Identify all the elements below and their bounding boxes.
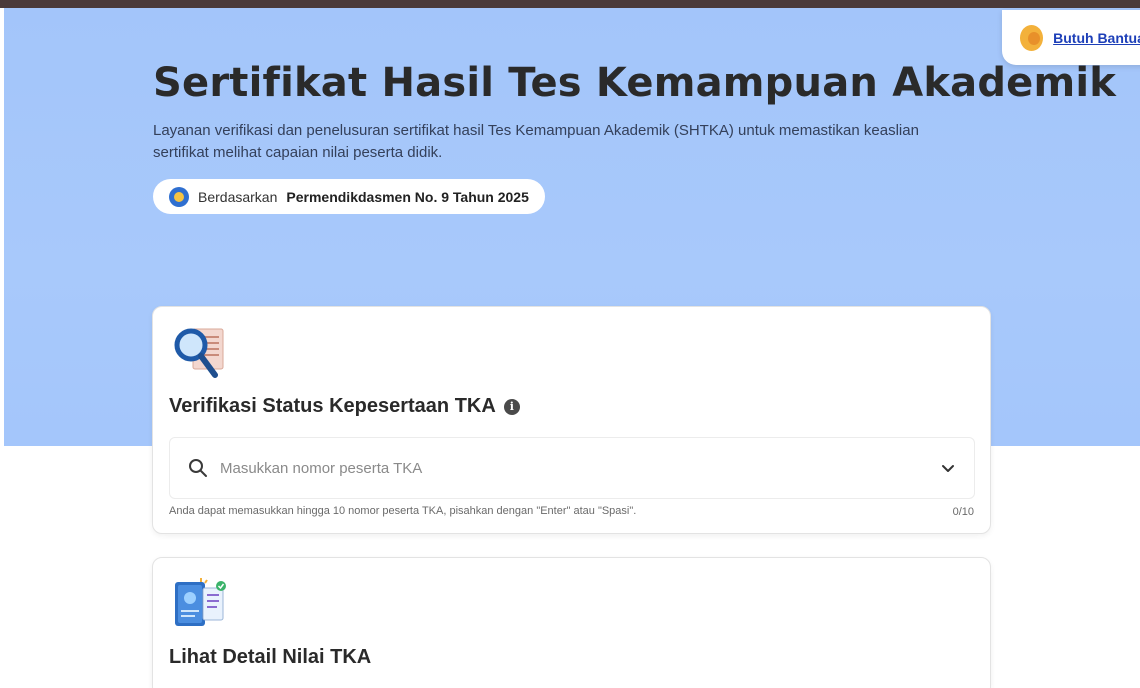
magnifier-document-icon bbox=[174, 328, 224, 378]
detail-title-row: Lihat Detail Nilai TKA bbox=[169, 646, 371, 669]
input-hint: Anda dapat memasukkan hingga 10 nomor pe… bbox=[169, 505, 637, 517]
search-icon bbox=[189, 459, 207, 477]
certificate-book-icon bbox=[175, 578, 226, 626]
help-button[interactable]: Butuh Bantuan? bbox=[1002, 10, 1140, 65]
verification-card: Verifikasi Status Kepesertaan TKA i Anda… bbox=[152, 306, 991, 534]
score-detail-card: Lihat Detail Nilai TKA bbox=[152, 557, 991, 688]
regulation-badge: Berdasarkan Permendikdasmen No. 9 Tahun … bbox=[153, 179, 545, 214]
ministry-logo-icon bbox=[169, 186, 189, 207]
regulation-prefix: Berdasarkan bbox=[198, 188, 278, 205]
participant-number-input[interactable] bbox=[220, 459, 910, 477]
verification-title: Verifikasi Status Kepesertaan TKA bbox=[169, 395, 496, 417]
info-icon[interactable]: i bbox=[503, 398, 520, 415]
page-description: Layanan verifikasi dan penelusuran serti… bbox=[153, 122, 919, 161]
page-title: Sertifikat Hasil Tes Kemampuan Akademik bbox=[153, 60, 1117, 106]
regulation-name: Permendikdasmen No. 9 Tahun 2025 bbox=[286, 188, 529, 205]
participant-search-box[interactable] bbox=[169, 437, 975, 499]
detail-title: Lihat Detail Nilai TKA bbox=[169, 646, 372, 668]
verification-title-row: Verifikasi Status Kepesertaan TKA i bbox=[169, 395, 520, 418]
input-counter: 0/10 bbox=[952, 506, 974, 518]
support-agent-icon bbox=[1020, 24, 1044, 51]
top-border bbox=[0, 0, 1140, 8]
help-link[interactable]: Butuh Bantuan? bbox=[1053, 30, 1140, 46]
chevron-down-icon[interactable] bbox=[940, 460, 956, 476]
